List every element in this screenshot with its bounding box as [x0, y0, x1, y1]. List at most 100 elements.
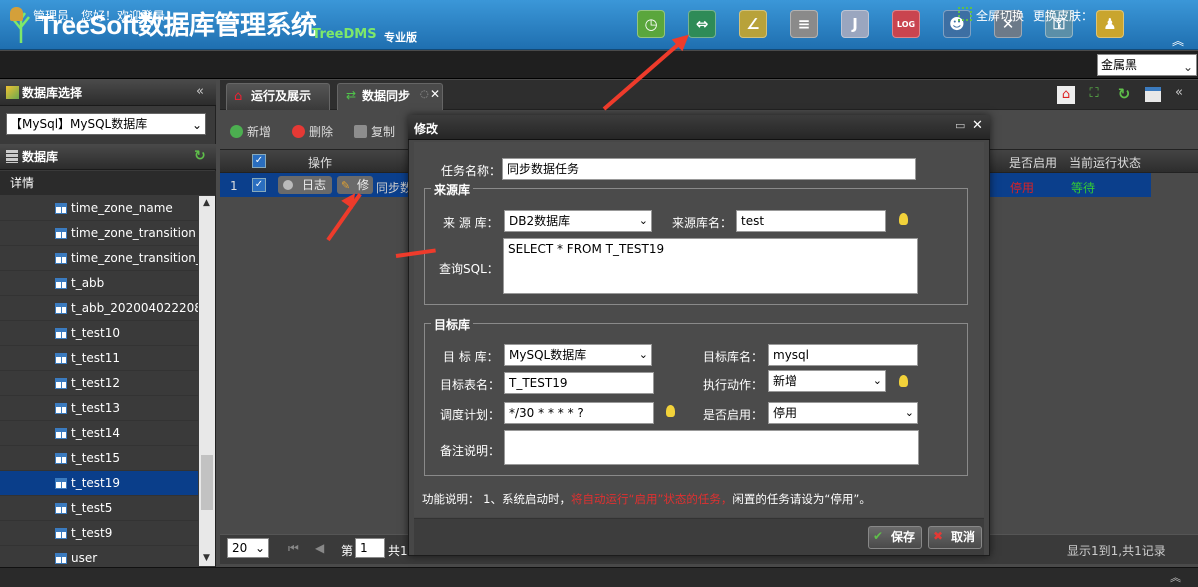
table-icon — [55, 553, 67, 564]
collapse-sidebar-icon[interactable]: « — [196, 84, 204, 99]
hint-bulb-icon[interactable] — [899, 213, 908, 225]
db-tree-panel-title: 数据库 — [0, 144, 216, 170]
hint-bulb-icon[interactable] — [899, 375, 908, 387]
tree-item-table[interactable]: t_abb_2020040222085 — [0, 296, 198, 321]
source-db-select[interactable]: DB2数据库 ⌄ — [504, 210, 652, 232]
table-icon — [55, 478, 67, 489]
remark-label: 备注说明： — [440, 444, 501, 458]
action-select[interactable]: 新增 ⌄ — [768, 370, 886, 392]
source-legend: 来源库 — [431, 181, 474, 198]
clock-icon[interactable]: ◷ — [637, 10, 665, 38]
scrollbar-thumb[interactable] — [201, 455, 213, 510]
app-edition: 专业版 — [384, 31, 417, 44]
maximize-icon[interactable]: ⛶ — [1085, 86, 1103, 104]
skin-select[interactable]: 金属黑 ⌄ — [1097, 54, 1197, 76]
sync-icon[interactable]: ⇔ — [688, 10, 716, 38]
target-legend: 目标库 — [431, 316, 474, 333]
task-name-input[interactable]: 同步数据任务 — [502, 158, 916, 180]
home-button[interactable]: ⌂ — [1057, 86, 1075, 104]
hint-bulb-icon[interactable] — [666, 405, 675, 417]
enable-label: 是否启用： — [703, 408, 764, 422]
collapse-bottom-icon[interactable]: ︽ — [1170, 569, 1181, 585]
chart-icon[interactable]: ∠ — [739, 10, 767, 38]
table-icon — [55, 503, 67, 514]
database-icon[interactable]: ≡ — [790, 10, 818, 38]
database-select[interactable]: 【MySql】MySQL数据库 ⌄ — [6, 113, 206, 135]
copy-button[interactable]: 复制 — [354, 123, 395, 140]
add-button[interactable]: 新增 — [230, 123, 271, 140]
row-checkbox[interactable]: ✓ — [252, 178, 266, 192]
page-input[interactable]: 1 — [355, 538, 385, 558]
enable-select[interactable]: 停用 ⌄ — [768, 402, 918, 424]
tree-item-table[interactable]: t_test13 — [0, 396, 198, 421]
remark-textarea[interactable] — [504, 430, 919, 465]
sync-icon: ⇄ — [346, 88, 357, 102]
tree-item-label: t_abb_2020040222085 — [71, 301, 198, 315]
close-dialog-icon[interactable]: ✕ — [972, 118, 983, 133]
log-icon — [283, 180, 293, 190]
reload-icon[interactable]: ↻ — [1115, 85, 1133, 103]
skin-value: 金属黑 — [1101, 58, 1138, 72]
tree-item-table[interactable]: user — [0, 546, 198, 566]
tree-item-label: time_zone_transition — [71, 226, 196, 240]
tree-item-table[interactable]: t_test12 — [0, 371, 198, 396]
task-name-label: 任务名称： — [441, 164, 502, 178]
row-status: 等待 — [1071, 181, 1096, 195]
dialog-header — [408, 115, 990, 140]
scroll-up-icon[interactable]: ▲ — [203, 198, 210, 208]
column-enabled: 是否启用 — [1009, 156, 1058, 170]
page-size-select[interactable]: 20 ⌄ — [227, 538, 269, 558]
tree-item-table[interactable]: t_test11 — [0, 346, 198, 371]
logout-icon[interactable]: ♟ — [1096, 10, 1124, 38]
table-icon — [55, 403, 67, 414]
tree-item-table[interactable]: t_test14 — [0, 421, 198, 446]
table-icon — [55, 228, 67, 239]
pager-info: 显示1到1,共1记录 — [1067, 544, 1166, 558]
tree-item-table[interactable]: time_zone_name — [0, 196, 198, 221]
refresh-tab-icon[interactable]: ◌ — [420, 89, 429, 100]
maximize-dialog-icon[interactable]: ▭ — [955, 119, 965, 132]
refresh-icon[interactable]: ↻ — [194, 148, 206, 164]
tree-item-table[interactable]: t_test10 — [0, 321, 198, 346]
collapse-right-icon[interactable]: « — [1175, 85, 1183, 100]
source-name-input[interactable]: test — [736, 210, 886, 232]
j-icon[interactable]: J — [841, 10, 869, 38]
prev-page-icon[interactable]: ◀ — [315, 541, 324, 555]
source-db-label: 来 源 库： — [443, 216, 499, 230]
cron-input[interactable]: */30 * * * * ? — [504, 402, 654, 424]
log-icon[interactable]: LOG — [892, 10, 920, 38]
target-name-label: 目标库名： — [703, 350, 764, 364]
log-label: 日志 — [302, 178, 327, 192]
table-tree: time_zone_name time_zone_transition time_z… — [0, 196, 198, 566]
db-select-panel-title: 数据库选择 — [0, 80, 216, 106]
enable-value: 停用 — [773, 406, 798, 420]
tree-item-table[interactable]: t_test9 — [0, 521, 198, 546]
tree-scrollbar[interactable] — [199, 196, 215, 566]
first-page-icon[interactable]: ⏮ — [288, 541, 299, 556]
tree-item-table[interactable]: t_test19 — [0, 471, 198, 496]
sql-textarea[interactable]: SELECT * FROM T_TEST19 — [503, 238, 918, 294]
tree-item-table[interactable]: t_test15 — [0, 446, 198, 471]
skin-label: 更换皮肤： — [1033, 9, 1094, 23]
target-db-select[interactable]: MySQL数据库 ⌄ — [504, 344, 652, 366]
app-root: TreeSoft数据库管理系统 TreeDMS 专业版 ◷ ⇔ ∠ ≡ J LOG ☻ ✕ ⚿ ♟… — [0, 0, 1198, 587]
user-avatar-icon — [10, 7, 23, 21]
close-tab-icon[interactable]: ✕ — [430, 87, 440, 101]
select-all-checkbox[interactable]: ✓ — [252, 154, 266, 168]
welcome-text: 管理员，您好！欢迎登录！ — [33, 9, 178, 23]
tab-label: 运行及展示 — [251, 89, 312, 103]
fullscreen-icon[interactable] — [958, 7, 972, 21]
delete-button[interactable]: 删除 — [292, 123, 333, 140]
scroll-down-icon[interactable]: ▼ — [203, 553, 210, 563]
tree-item-table[interactable]: time_zone_transition_t — [0, 246, 198, 271]
target-table-input[interactable]: T_TEST19 — [504, 372, 654, 394]
tree-item-table[interactable]: t_abb — [0, 271, 198, 296]
tree-item-table[interactable]: time_zone_transition — [0, 221, 198, 246]
collapse-header-icon[interactable]: ︽ — [1172, 32, 1184, 49]
target-name-input[interactable]: mysql — [768, 344, 918, 366]
window-icon[interactable] — [1145, 87, 1161, 102]
fullscreen-toggle[interactable]: 全屏切换 — [976, 7, 1024, 24]
status-bar — [0, 567, 1198, 587]
tree-item-table[interactable]: t_test5 — [0, 496, 198, 521]
page-total: 共1 — [388, 544, 408, 558]
